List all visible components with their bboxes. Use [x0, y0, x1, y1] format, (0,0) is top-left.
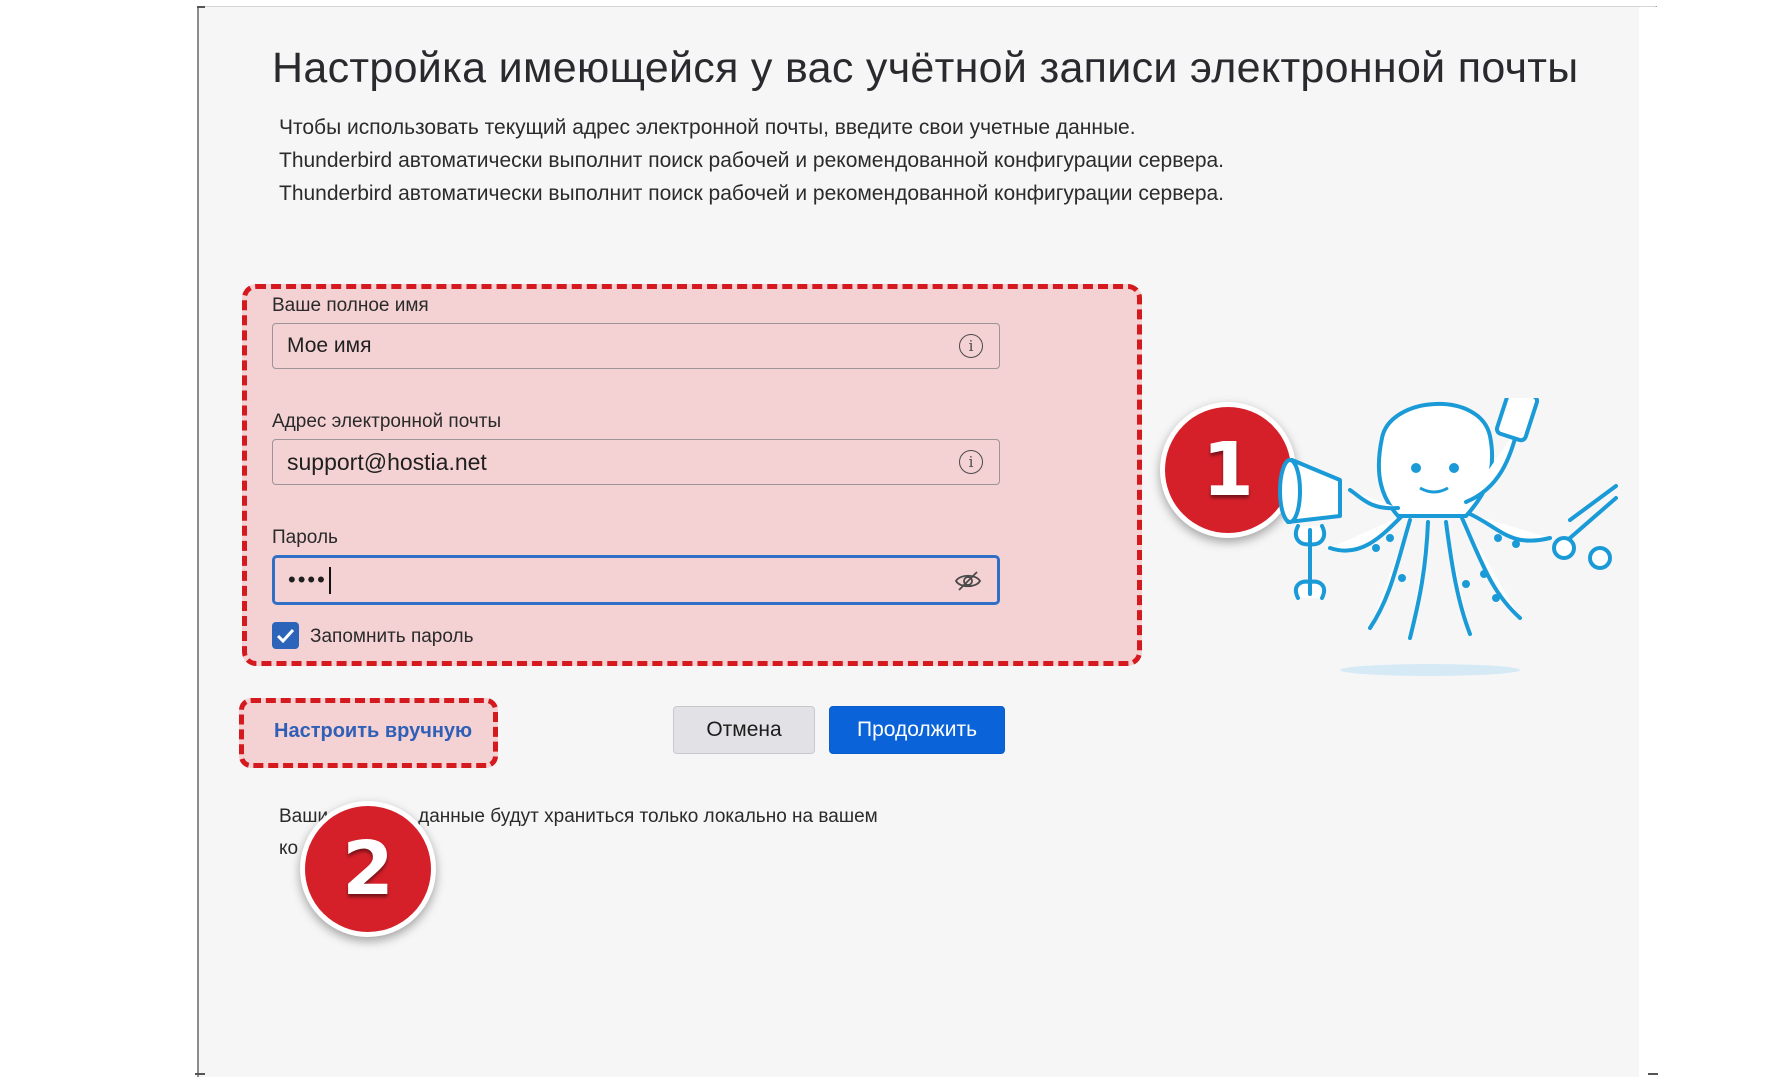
info-icon[interactable]: i: [959, 450, 983, 474]
eye-slash-icon[interactable]: [954, 570, 982, 592]
manual-config-link[interactable]: Настроить вручную: [274, 720, 472, 743]
name-field[interactable]: Мое имя i: [272, 323, 1000, 369]
page-title: Настройка имеющейся у вас учётной записи…: [272, 44, 1579, 92]
password-value: ••••: [288, 567, 327, 592]
octopus-mascot: [1278, 398, 1618, 676]
remember-password-checkbox[interactable]: [272, 622, 299, 649]
description-line: Thunderbird автоматически выполнит поиск…: [279, 182, 1225, 205]
email-label: Адрес электронной почты: [272, 411, 502, 432]
privacy-note-line2: ко: [279, 838, 299, 859]
text-caret: [328, 566, 331, 594]
info-icon[interactable]: i: [959, 334, 983, 358]
email-field[interactable]: support@hostia.net i: [272, 439, 1000, 485]
window-edge: [1648, 1073, 1658, 1075]
password-field[interactable]: ••••: [272, 555, 1000, 605]
password-label: Пароль: [272, 527, 338, 548]
privacy-note-end: данные будут храниться только локально н…: [418, 806, 878, 827]
email-value: support@hostia.net: [287, 448, 487, 475]
step-badge-2: 2: [300, 801, 436, 937]
description-line: Thunderbird автоматически выполнит поиск…: [279, 149, 1225, 172]
name-label: Ваше полное имя: [272, 295, 429, 316]
checkmark-icon: [276, 628, 295, 643]
name-value: Мое имя: [287, 334, 372, 357]
description-line: Чтобы использовать текущий адрес электро…: [279, 116, 1136, 139]
window-edge: [195, 1073, 205, 1075]
remember-password-label[interactable]: Запомнить пароль: [310, 626, 474, 648]
continue-button[interactable]: Продолжить: [829, 706, 1005, 754]
window-edge: [197, 6, 205, 8]
cancel-button[interactable]: Отмена: [673, 706, 815, 754]
